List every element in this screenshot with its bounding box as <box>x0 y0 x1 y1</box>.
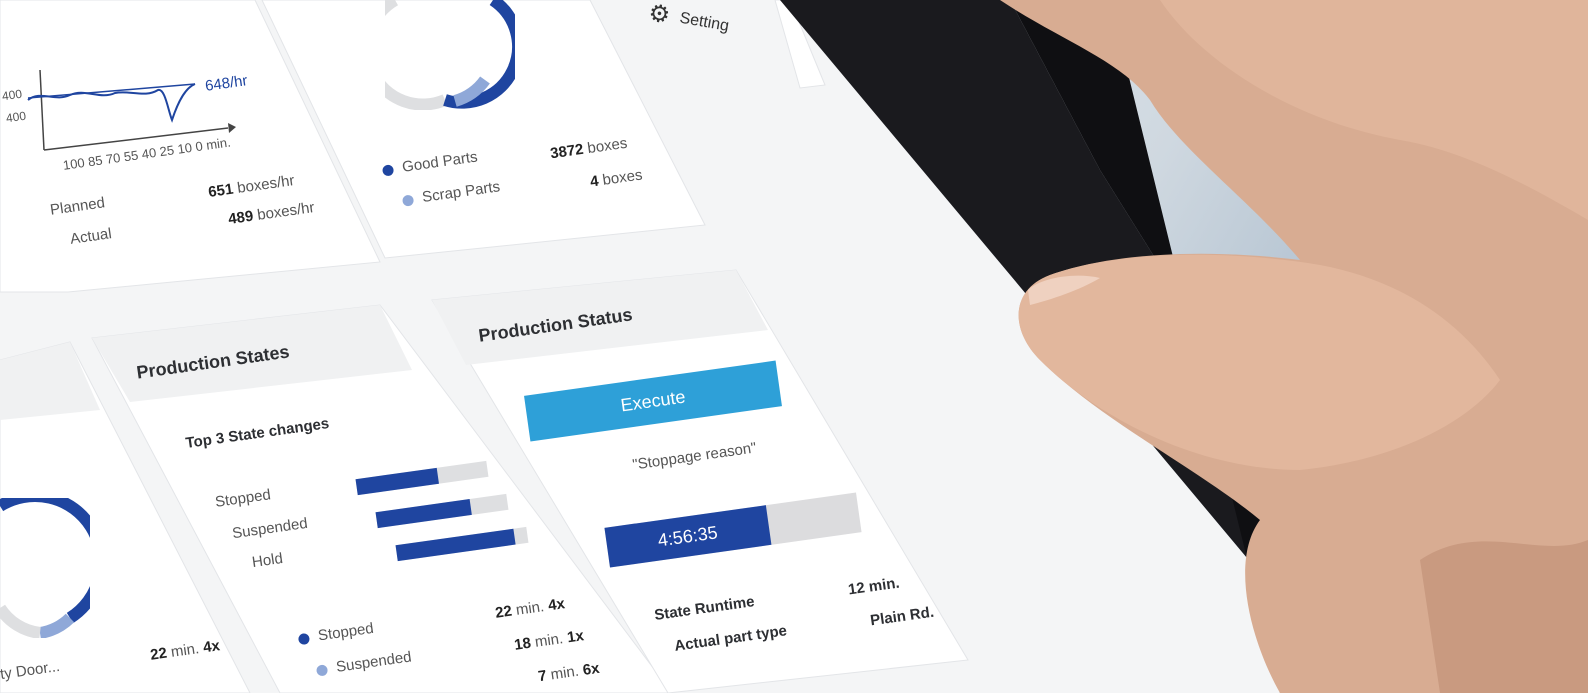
hand-photo <box>1000 0 1588 693</box>
photo-scene: 648/hr 400 400 100 85 70 55 40 25 10 0 m… <box>0 0 1588 693</box>
